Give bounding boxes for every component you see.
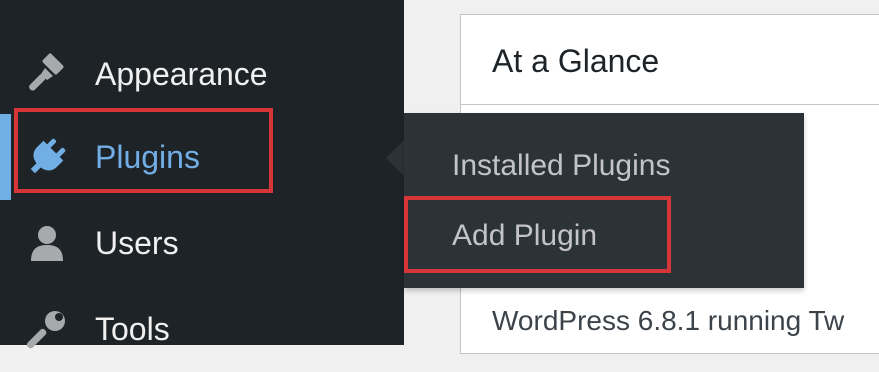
submenu-arrow (386, 140, 404, 176)
wordpress-version-text: WordPress 6.8.1 running Tw (492, 305, 845, 336)
sidebar-item-label: Users (95, 224, 179, 261)
sidebar-item-plugins[interactable]: Plugins (0, 114, 404, 200)
sidebar-item-label: Plugins (95, 138, 200, 175)
submenu-item-add-plugin[interactable]: Add Plugin (452, 219, 597, 253)
plugin-icon (22, 132, 72, 182)
widget-header[interactable]: At a Glance (461, 15, 879, 105)
admin-sidebar: Appearance Plugins Users Tools (0, 0, 404, 349)
widget-title: At a Glance (492, 43, 660, 79)
sidebar-item-label: Tools (95, 310, 170, 347)
sidebar-item-users[interactable]: Users (0, 200, 404, 286)
sidebar-item-tools[interactable]: Tools (0, 286, 404, 372)
submenu-item-installed-plugins[interactable]: Installed Plugins (452, 149, 670, 183)
plugins-submenu: Installed Plugins Add Plugin (404, 113, 804, 288)
user-icon (22, 218, 72, 268)
sidebar-item-label: Appearance (95, 55, 268, 92)
sidebar-item-appearance[interactable]: Appearance (0, 31, 404, 117)
paintbrush-icon (22, 49, 72, 99)
wrench-icon (22, 304, 72, 354)
